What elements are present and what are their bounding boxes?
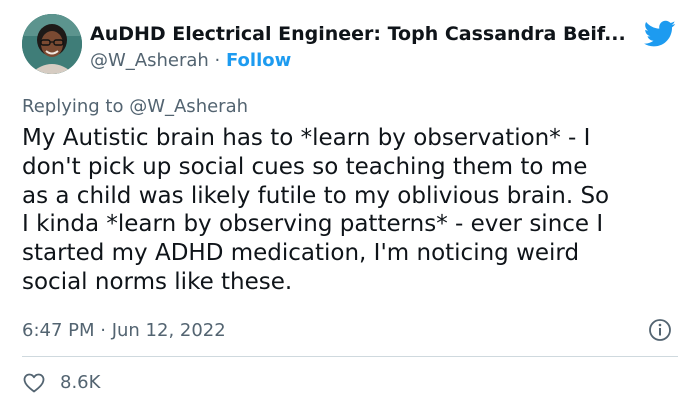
tweet-line: My Autistic brain has to *learn by obser… — [22, 125, 591, 151]
heart-icon — [23, 373, 45, 393]
twitter-bird-icon[interactable] — [643, 20, 676, 48]
tweet-card: AuDHD Electrical Engineer: Toph Cassandr… — [0, 0, 700, 410]
avatar-image — [22, 14, 82, 74]
info-icon[interactable] — [648, 318, 672, 342]
tweet-line: started my ADHD medication, I'm noticing… — [22, 240, 580, 267]
author-handle-row: @W_Asherah · Follow — [90, 50, 630, 72]
tweet-timestamp[interactable]: 6:47 PM · Jun 12, 2022 — [22, 320, 226, 342]
follow-button[interactable]: Follow — [226, 50, 291, 71]
divider — [22, 356, 678, 357]
tweet-line: I kinda *learn by observing patterns* - … — [22, 211, 604, 238]
author-display-name[interactable]: AuDHD Electrical Engineer: Toph Cassandr… — [90, 22, 630, 46]
separator-dot: · — [208, 50, 226, 71]
tweet-line: social norms like these. — [22, 268, 293, 295]
replying-to[interactable]: Replying to @W_Asherah — [22, 96, 248, 118]
avatar[interactable] — [22, 14, 82, 74]
tweet-line: as a child was likely futile to my obliv… — [22, 182, 610, 209]
tweet-line: don't pick up social cues so teaching th… — [22, 153, 588, 180]
author-block: AuDHD Electrical Engineer: Toph Cassandr… — [90, 22, 630, 72]
like-button[interactable]: 8.6K — [22, 370, 100, 396]
tweet-text: My Autistic brain has to *learn by obser… — [22, 124, 682, 297]
author-handle[interactable]: @W_Asherah — [90, 50, 209, 71]
like-count: 8.6K — [60, 372, 101, 393]
